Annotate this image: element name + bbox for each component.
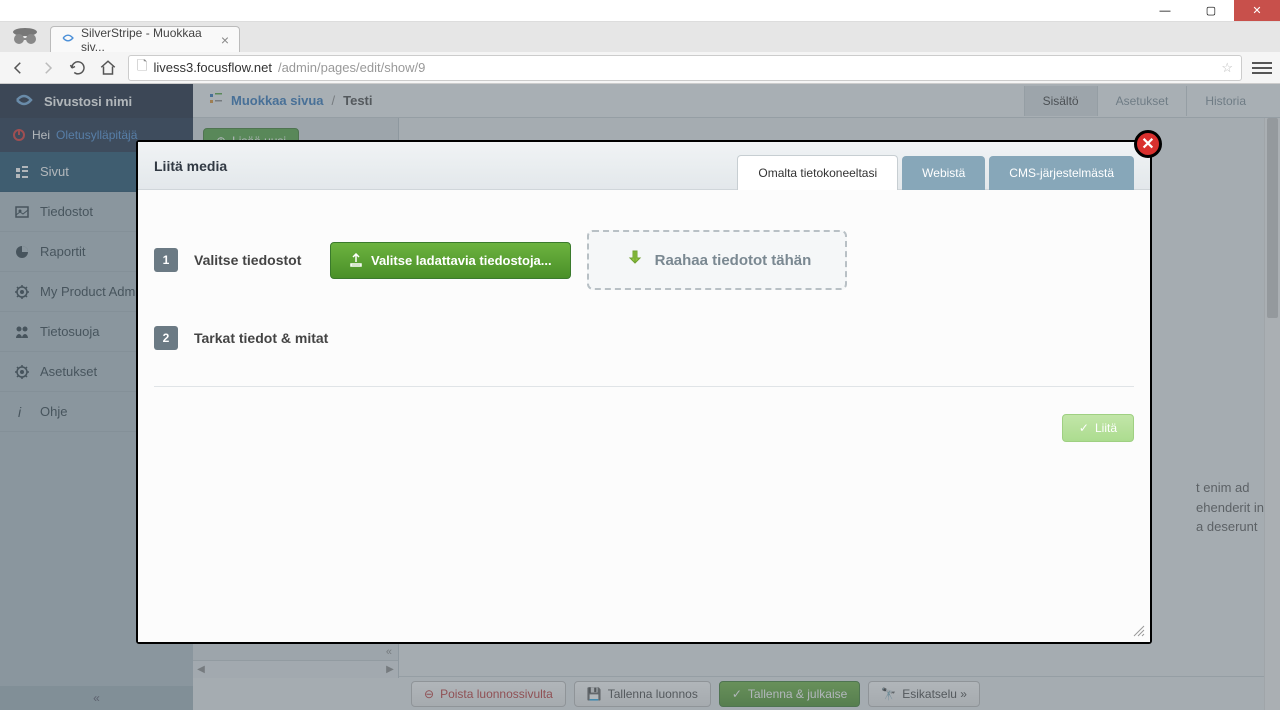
download-arrow-icon bbox=[623, 248, 647, 272]
modal-tab-web[interactable]: Webistä bbox=[902, 156, 985, 190]
modal-header: Liitä media Omalta tietokoneeltasi Webis… bbox=[138, 142, 1150, 190]
window-maximize-button[interactable]: ▢ bbox=[1188, 0, 1234, 21]
check-icon: ✓ bbox=[1079, 421, 1089, 435]
drop-zone[interactable]: Raahaa tiedotot tähän bbox=[587, 230, 848, 290]
bookmark-star-icon[interactable]: ☆ bbox=[1221, 60, 1233, 76]
step-1-label: Valitse tiedostot bbox=[194, 252, 314, 268]
step-2-row: 2 Tarkat tiedot & mitat bbox=[154, 326, 1134, 350]
modal-close-button[interactable]: ✕ bbox=[1134, 130, 1162, 158]
browser-toolbar: 🗋 livess3.focusflow.net/admin/pages/edit… bbox=[0, 52, 1280, 84]
attach-button[interactable]: ✓ Liitä bbox=[1062, 414, 1134, 442]
step-2-label: Tarkat tiedot & mitat bbox=[194, 330, 328, 346]
forward-button[interactable] bbox=[38, 58, 58, 78]
back-button[interactable] bbox=[8, 58, 28, 78]
modal-body: 1 Valitse tiedostot Valitse ladattavia t… bbox=[138, 190, 1150, 642]
step-1-row: 1 Valitse tiedostot Valitse ladattavia t… bbox=[154, 230, 1134, 290]
url-path: /admin/pages/edit/show/9 bbox=[278, 60, 425, 75]
modal-tab-cms[interactable]: CMS-järjestelmästä bbox=[989, 156, 1134, 190]
divider bbox=[154, 386, 1134, 387]
close-icon: ✕ bbox=[1141, 134, 1154, 154]
modal-title: Liitä media bbox=[154, 158, 227, 174]
browser-tabbar: SilverStripe - Muokkaa siv... × bbox=[0, 22, 1280, 52]
upload-icon bbox=[349, 253, 363, 267]
step-1-badge: 1 bbox=[154, 248, 178, 272]
file-icon: 🗋 bbox=[137, 57, 147, 79]
resize-handle-icon[interactable] bbox=[1132, 624, 1146, 638]
tab-close-icon[interactable]: × bbox=[221, 32, 229, 48]
url-bar[interactable]: 🗋 livess3.focusflow.net/admin/pages/edit… bbox=[128, 55, 1242, 81]
browser-tab[interactable]: SilverStripe - Muokkaa siv... × bbox=[50, 26, 240, 52]
url-domain: livess3.focusflow.net bbox=[153, 60, 272, 75]
window-close-button[interactable]: ✕ bbox=[1234, 0, 1280, 21]
browser-menu-button[interactable] bbox=[1252, 62, 1272, 74]
home-button[interactable] bbox=[98, 58, 118, 78]
tab-title: SilverStripe - Muokkaa siv... bbox=[81, 26, 215, 54]
insert-media-modal: ✕ Liitä media Omalta tietokoneeltasi Web… bbox=[136, 140, 1152, 644]
incognito-icon bbox=[8, 24, 42, 48]
modal-tab-computer[interactable]: Omalta tietokoneeltasi bbox=[737, 155, 898, 190]
choose-files-button[interactable]: Valitse ladattavia tiedostoja... bbox=[330, 242, 571, 279]
reload-button[interactable] bbox=[68, 58, 88, 78]
step-2-badge: 2 bbox=[154, 326, 178, 350]
tab-favicon-icon bbox=[61, 31, 75, 48]
window-titlebar: — ▢ ✕ bbox=[0, 0, 1280, 22]
window-minimize-button[interactable]: — bbox=[1142, 0, 1188, 21]
